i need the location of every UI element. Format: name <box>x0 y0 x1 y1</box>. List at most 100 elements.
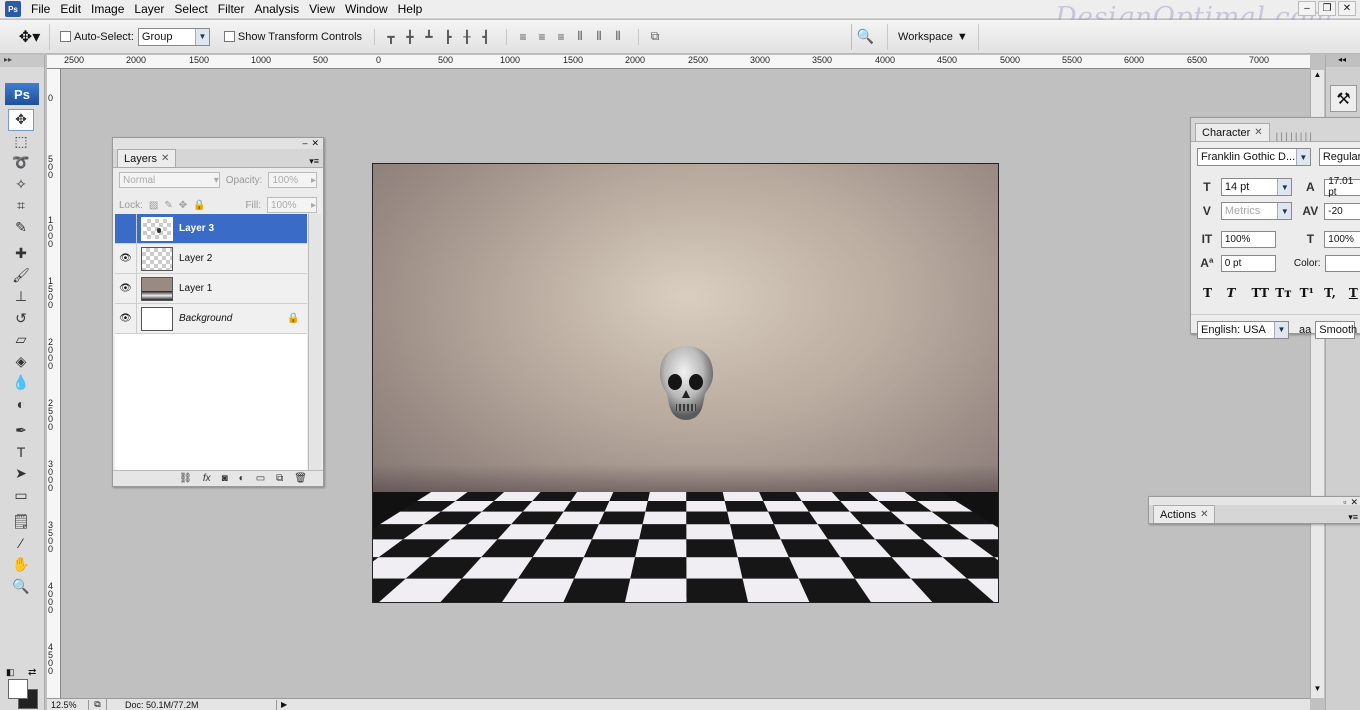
antialias-dropdown[interactable]: Smooth <box>1315 320 1357 339</box>
tab-actions[interactable]: Actions ✕ <box>1153 505 1216 523</box>
fill-field[interactable]: 100% ▸ <box>267 197 317 213</box>
vertical-scale-field[interactable]: 100% <box>1220 230 1277 248</box>
rectangle-tool-icon[interactable]: ▭ <box>8 485 34 507</box>
lasso-tool-icon[interactable]: ➰ <box>8 152 34 174</box>
underline-button[interactable]: T <box>1343 286 1360 300</box>
move-tool-icon[interactable]: ✥ <box>8 109 34 131</box>
adjustment-layer-icon[interactable]: ◐ <box>239 473 245 484</box>
align-vcenter-icon[interactable]: ╋ <box>402 29 418 45</box>
layer-row-background[interactable]: 👁 Background 🔒 <box>115 304 307 334</box>
layer-row-layer-1[interactable]: 👁 Layer 1 <box>115 274 307 304</box>
panel-close-icon[interactable]: ✕ <box>1350 497 1358 507</box>
history-brush-tool-icon[interactable]: ↺ <box>8 308 34 330</box>
font-family-dropdown[interactable]: Franklin Gothic D... ▼ <box>1197 148 1311 166</box>
clone-stamp-tool-icon[interactable]: ⊥ <box>8 286 34 308</box>
tab-character[interactable]: Character ✕ <box>1195 123 1270 141</box>
distribute-vcenter-icon[interactable]: ≡ <box>534 29 550 45</box>
menu-help[interactable]: Help <box>393 2 428 16</box>
eye-icon[interactable]: 👁 <box>115 304 137 333</box>
kerning-dropdown[interactable]: Metrics ▼ <box>1220 202 1293 220</box>
collapse-icon[interactable]: ▸▸ <box>0 55 44 67</box>
eyedropper-3d-tool-icon[interactable]: ⁄ <box>8 533 34 555</box>
menu-file[interactable]: File <box>26 2 55 16</box>
font-style-dropdown[interactable]: Regular <box>1318 148 1360 166</box>
close-icon[interactable]: ✕ <box>161 153 169 164</box>
show-transform-checkbox[interactable] <box>223 31 235 42</box>
healing-brush-tool-icon[interactable]: ✚ <box>8 243 34 265</box>
lock-pixels-icon[interactable]: ✎ <box>164 200 172 211</box>
font-size-dropdown[interactable]: 14 pt ▼ <box>1220 178 1293 196</box>
all-caps-button[interactable]: TT <box>1250 286 1271 300</box>
small-caps-button[interactable]: Tт <box>1273 286 1294 300</box>
leading-field[interactable]: 17.01 pt <box>1324 176 1360 198</box>
new-group-icon[interactable]: ▭ <box>256 473 265 484</box>
distribute-top-icon[interactable]: ≡ <box>515 29 531 45</box>
panel-minimize-icon[interactable]: – <box>302 138 307 149</box>
eye-icon[interactable]: 👁 <box>115 244 137 273</box>
new-layer-icon[interactable]: ⧉ <box>276 473 283 484</box>
marquee-tool-icon[interactable]: ⬚ <box>8 131 34 153</box>
show-transform-option[interactable]: Show Transform Controls <box>223 31 362 43</box>
menu-window[interactable]: Window <box>340 2 393 16</box>
panel-close-icon[interactable]: ✕ <box>311 138 319 149</box>
collapsed-tabs[interactable]: | | | | | | | | <box>1276 131 1312 141</box>
magic-wand-tool-icon[interactable]: ✧ <box>8 174 34 196</box>
close-icon[interactable]: ✕ <box>1200 509 1208 520</box>
close-icon[interactable]: ✕ <box>1338 1 1356 16</box>
menu-analysis[interactable]: Analysis <box>249 2 304 16</box>
minimize-icon[interactable]: – <box>1298 1 1316 16</box>
panel-menu-icon[interactable]: ▾≡ <box>309 156 319 167</box>
auto-select-dropdown[interactable]: Group ▼ <box>137 27 210 46</box>
restore-icon[interactable]: ❐ <box>1318 1 1336 16</box>
status-menu-icon[interactable]: ▶ <box>277 700 287 709</box>
close-icon[interactable]: ✕ <box>1254 127 1262 138</box>
type-tool-icon[interactable]: T <box>8 442 34 464</box>
align-hcenter-icon[interactable]: ╂ <box>459 29 475 45</box>
workspace-button[interactable]: Workspace ▼ <box>887 23 979 50</box>
notes-tool-icon[interactable]: 🗒 <box>8 511 34 533</box>
fx-icon[interactable]: fx <box>203 473 211 484</box>
tab-layers[interactable]: Layers ✕ <box>117 149 177 167</box>
scroll-up-icon[interactable]: ▲ <box>1311 70 1324 84</box>
menu-layer[interactable]: Layer <box>129 2 169 16</box>
panel-minimize-icon[interactable]: ▫ <box>1343 497 1346 507</box>
align-bottom-icon[interactable]: ┻ <box>421 29 437 45</box>
layer-row-layer-2[interactable]: 👁 Layer 2 <box>115 244 307 274</box>
crop-tool-icon[interactable]: ⌗ <box>8 195 34 217</box>
eye-icon[interactable]: 👁 <box>115 274 137 303</box>
link-layers-icon[interactable]: ⛓ <box>179 473 192 484</box>
scroll-down-icon[interactable]: ▼ <box>1311 684 1324 698</box>
expand-dock-icon[interactable]: ◂◂ <box>1326 55 1360 67</box>
menu-view[interactable]: View <box>304 2 340 16</box>
foreground-color-swatch[interactable] <box>8 679 28 699</box>
bridge-icon[interactable]: 🔍 <box>851 23 879 50</box>
language-dropdown[interactable]: English: USA ▼ <box>1197 320 1289 339</box>
distribute-hcenter-icon[interactable]: ⫴ <box>591 29 607 45</box>
tool-presets-icon[interactable]: ⚒ <box>1330 85 1357 112</box>
color-swatch[interactable] <box>1324 254 1360 272</box>
opacity-field[interactable]: 100% ▸ <box>268 172 317 188</box>
swap-colors-icon[interactable]: ⇄ <box>28 667 36 678</box>
hand-tool-icon[interactable]: ✋ <box>8 554 34 576</box>
menu-select[interactable]: Select <box>169 2 212 16</box>
visibility-toggle[interactable] <box>115 214 137 243</box>
status-info-icon[interactable]: ⧉ <box>89 699 107 710</box>
auto-align-layers-icon[interactable]: ⧉ <box>647 29 663 45</box>
align-left-icon[interactable]: ┣ <box>440 29 456 45</box>
layer-mask-icon[interactable]: ◙ <box>222 473 228 484</box>
move-tool-preset-icon[interactable]: ✥▾ <box>10 23 50 50</box>
menu-filter[interactable]: Filter <box>213 2 250 16</box>
photoshop-logo[interactable]: Ps <box>5 83 39 105</box>
faux-italic-button[interactable]: T <box>1220 286 1241 300</box>
tracking-field[interactable]: -20 <box>1324 202 1360 220</box>
skull-image[interactable] <box>657 344 715 422</box>
distribute-bottom-icon[interactable]: ≡ <box>553 29 569 45</box>
superscript-button[interactable]: T¹ <box>1296 286 1317 300</box>
layers-scrollbar[interactable] <box>308 214 321 472</box>
align-right-icon[interactable]: ┫ <box>478 29 494 45</box>
trash-icon[interactable]: 🗑 <box>294 473 307 484</box>
paint-bucket-tool-icon[interactable]: ◈ <box>8 351 34 373</box>
zoom-level[interactable]: 12.5% <box>47 699 89 710</box>
lock-all-icon[interactable]: 🔒 <box>193 200 205 211</box>
distribute-left-icon[interactable]: ⫴ <box>572 29 588 45</box>
